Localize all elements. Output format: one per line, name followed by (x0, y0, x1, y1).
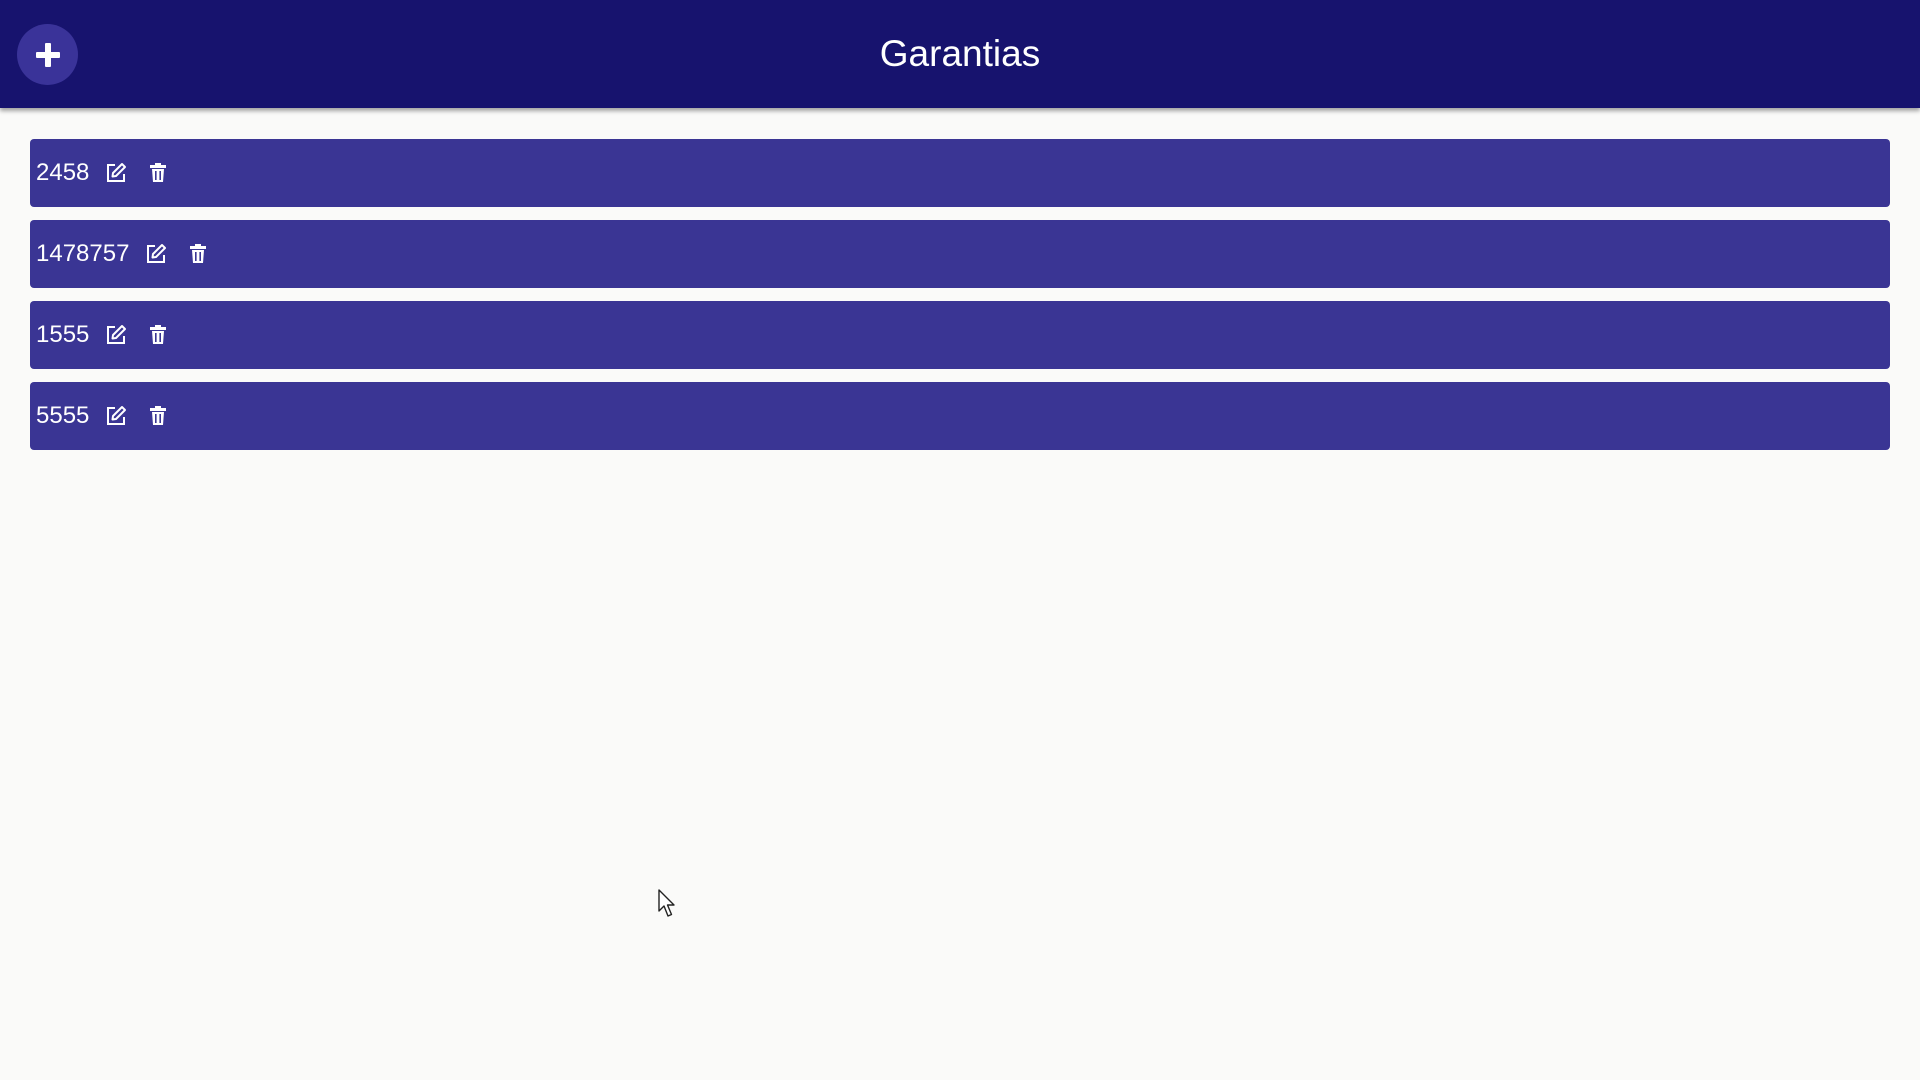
item-label: 5555 (36, 402, 90, 429)
app-header: Garantias (0, 0, 1920, 108)
list-item: 5555 (30, 382, 1890, 450)
list-item: 1478757 (30, 220, 1890, 288)
edit-button[interactable] (101, 320, 131, 350)
trash-icon (150, 163, 167, 182)
trash-icon (150, 325, 167, 344)
delete-button[interactable] (143, 320, 173, 350)
delete-button[interactable] (183, 239, 213, 269)
edit-button[interactable] (101, 158, 131, 188)
item-label: 1555 (36, 321, 90, 348)
edit-icon (107, 325, 127, 344)
mouse-cursor-icon (658, 889, 675, 917)
warranty-list: 2458 1478757 1555 5555 (30, 139, 1890, 463)
trash-icon (150, 406, 167, 425)
list-item: 2458 (30, 139, 1890, 207)
edit-icon (107, 163, 127, 182)
edit-button[interactable] (141, 239, 171, 269)
trash-icon (190, 244, 207, 263)
delete-button[interactable] (143, 401, 173, 431)
edit-icon (107, 406, 127, 425)
item-label: 1478757 (36, 240, 130, 267)
page-title: Garantias (879, 33, 1041, 74)
delete-button[interactable] (143, 158, 173, 188)
item-label: 2458 (36, 159, 90, 186)
edit-icon (147, 244, 167, 263)
edit-button[interactable] (101, 401, 131, 431)
list-item: 1555 (30, 301, 1890, 369)
